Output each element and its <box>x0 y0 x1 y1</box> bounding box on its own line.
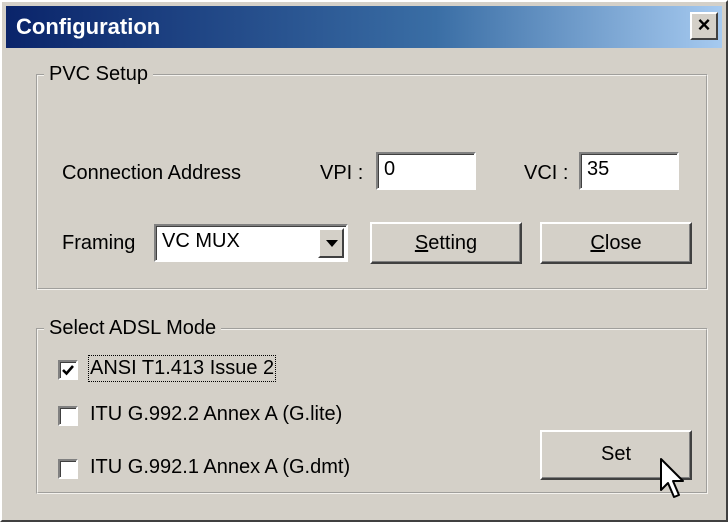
vci-label: VCI : <box>524 162 569 184</box>
set-button-label: Set <box>600 443 632 465</box>
configuration-dialog: Configuration × PVC Setup Connection Add… <box>0 0 728 522</box>
itu-gdmt-label[interactable]: ITU G.992.1 Annex A (G.dmt) <box>90 456 350 479</box>
close-label-rest: lose <box>604 232 642 254</box>
framing-value: VC MUX <box>162 230 240 252</box>
checkmark-icon <box>62 365 74 376</box>
vpi-value: 0 <box>384 158 396 180</box>
close-window-button[interactable]: × <box>690 12 718 40</box>
setting-label-rest: etting <box>428 232 478 254</box>
framing-select[interactable]: VC MUX <box>154 224 348 262</box>
mouse-pointer-icon <box>660 458 684 498</box>
framing-label: Framing <box>62 232 136 254</box>
pvc-setup-title: PVC Setup <box>44 63 153 86</box>
vpi-label: VPI : <box>320 162 364 184</box>
itu-gdmt-checkbox[interactable] <box>58 459 78 479</box>
dropdown-arrow-icon[interactable] <box>318 228 344 258</box>
window-title: Configuration <box>16 14 161 39</box>
ansi-t1413-checkbox[interactable] <box>58 360 78 380</box>
setting-button[interactable]: Setting <box>370 222 522 264</box>
close-icon: × <box>697 12 711 37</box>
itu-glite-checkbox[interactable] <box>58 406 78 426</box>
itu-glite-label[interactable]: ITU G.992.2 Annex A (G.lite) <box>90 403 342 426</box>
vpi-input[interactable]: 0 <box>376 152 476 190</box>
ansi-t1413-label[interactable]: ANSI T1.413 Issue 2 <box>87 355 277 382</box>
close-button[interactable]: Close <box>540 222 692 264</box>
title-bar[interactable]: Configuration × <box>6 6 722 48</box>
connection-address-label: Connection Address <box>62 162 242 184</box>
vci-value: 35 <box>587 158 610 180</box>
vci-input[interactable]: 35 <box>579 152 679 190</box>
adsl-mode-title: Select ADSL Mode <box>44 317 222 340</box>
setting-access-key: S <box>414 232 429 254</box>
close-access-key: C <box>590 232 605 254</box>
